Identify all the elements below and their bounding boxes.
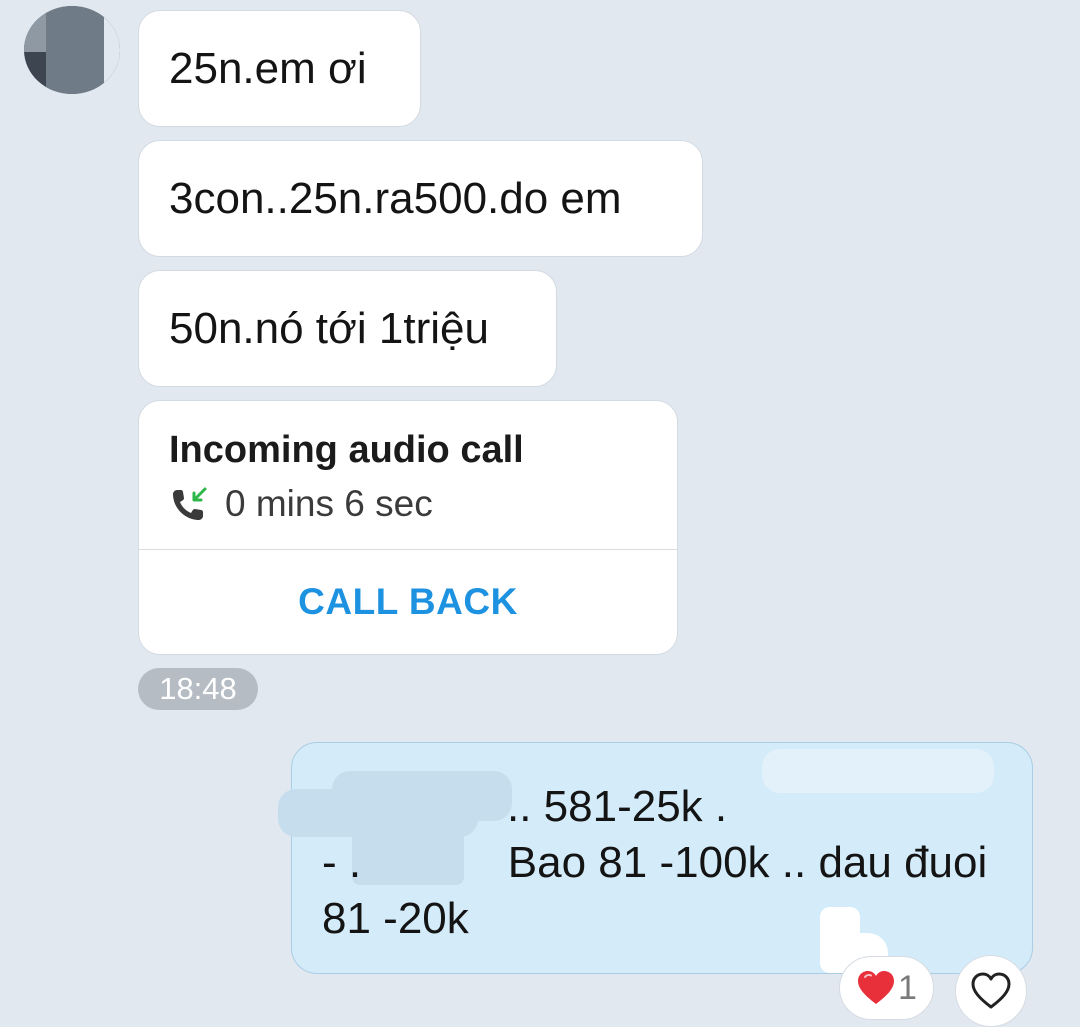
red-heart-icon [858,971,895,1004]
reaction-count: 1 [898,968,917,1007]
call-info: 0 mins 6 sec [169,483,433,525]
avatar-blur [104,6,120,94]
incoming-message[interactable]: 50n.nó tới 1triệu [138,270,557,387]
reaction-badge[interactable]: 1 [839,956,934,1020]
message-line: 81 -20k [322,894,469,943]
message-line: - . Bao 81 -100k .. dau đuoi [322,838,988,887]
message-text: 50n.nó tới 1triệu [169,303,489,353]
timestamp-badge: 18:48 [138,668,258,710]
call-back-button[interactable]: CALL BACK [139,550,677,654]
message-text: 3con..25n.ra500.do em [169,173,622,223]
incoming-call-card: Incoming audio call 0 mins 6 sec CALL BA… [138,400,678,655]
incoming-message[interactable]: 25n.em ơi [138,10,421,127]
incoming-message[interactable]: 3con..25n.ra500.do em [138,140,703,257]
call-title: Incoming audio call [169,429,524,471]
redacted-area [762,749,994,793]
sender-avatar[interactable] [24,6,120,94]
add-reaction-button[interactable] [955,955,1027,1027]
outgoing-message[interactable]: .. 581-25k . - . Bao 81 -100k .. dau đuo… [278,742,1033,974]
message-line: .. 581-25k . [507,782,728,831]
avatar-blur [46,6,106,94]
incoming-call-icon [173,487,207,520]
message-text: 25n.em ơi [169,43,367,93]
heart-outline-icon [971,972,1011,1009]
redacted-area [332,771,512,821]
call-duration: 0 mins 6 sec [225,483,433,524]
